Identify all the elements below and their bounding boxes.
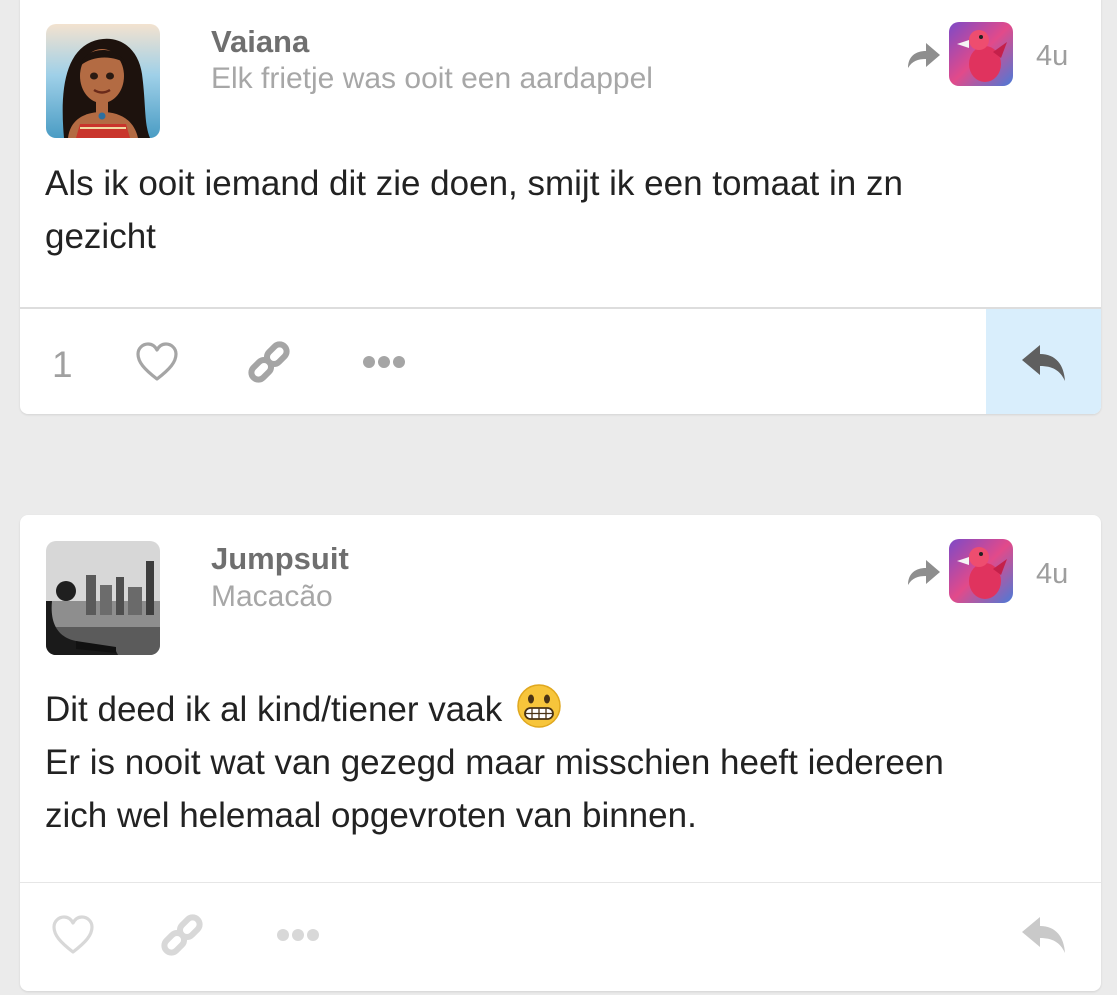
post-time: 4u <box>1036 40 1069 72</box>
post-body-line: gezicht <box>45 217 156 256</box>
link-icon[interactable] <box>246 339 292 385</box>
link-icon[interactable] <box>159 912 205 958</box>
heart-icon[interactable] <box>50 914 96 956</box>
share-arrow-icon <box>904 40 942 70</box>
user-avatar[interactable] <box>46 24 160 138</box>
category-name[interactable]: Macacão <box>211 580 333 614</box>
post-time: 4u <box>1036 558 1069 590</box>
more-dots-icon[interactable] <box>361 354 407 370</box>
post-body-line: zich wel helemaal opgevroten van binnen. <box>45 796 697 835</box>
reply-button[interactable] <box>986 309 1101 414</box>
user-avatar[interactable] <box>46 541 160 655</box>
post-body: Dit deed ik al kind/tiener vaak Er is no… <box>45 683 1075 842</box>
post-card: Vaiana Elk frietje was ooit een aardappe… <box>20 0 1101 414</box>
more-dots-icon[interactable] <box>275 927 321 943</box>
divider <box>20 307 1101 309</box>
post-body: Als ik ooit iemand dit zie doen, smijt i… <box>45 157 1075 263</box>
post-body-line: Dit deed ik al kind/tiener vaak <box>45 690 503 729</box>
heart-icon[interactable] <box>134 341 180 383</box>
reply-icon[interactable] <box>1020 915 1068 955</box>
post-body-line: Als ik ooit iemand dit zie doen, smijt i… <box>45 164 903 203</box>
post-card: Jumpsuit Macacão 4u Dit deed ik al kind/… <box>20 515 1101 991</box>
share-arrow-icon <box>904 557 942 587</box>
category-name[interactable]: Elk frietje was ooit een aardappel <box>211 62 653 96</box>
username[interactable]: Vaiana <box>211 24 309 60</box>
flamingo-group-avatar[interactable] <box>949 22 1013 86</box>
divider <box>20 882 1101 883</box>
reply-icon <box>1020 343 1068 383</box>
username[interactable]: Jumpsuit <box>211 541 349 577</box>
like-count: 1 <box>52 344 73 385</box>
post-body-line: Er is nooit wat van gezegd maar misschie… <box>45 743 944 782</box>
flamingo-group-avatar[interactable] <box>949 539 1013 603</box>
grimacing-face-emoji <box>516 683 562 729</box>
